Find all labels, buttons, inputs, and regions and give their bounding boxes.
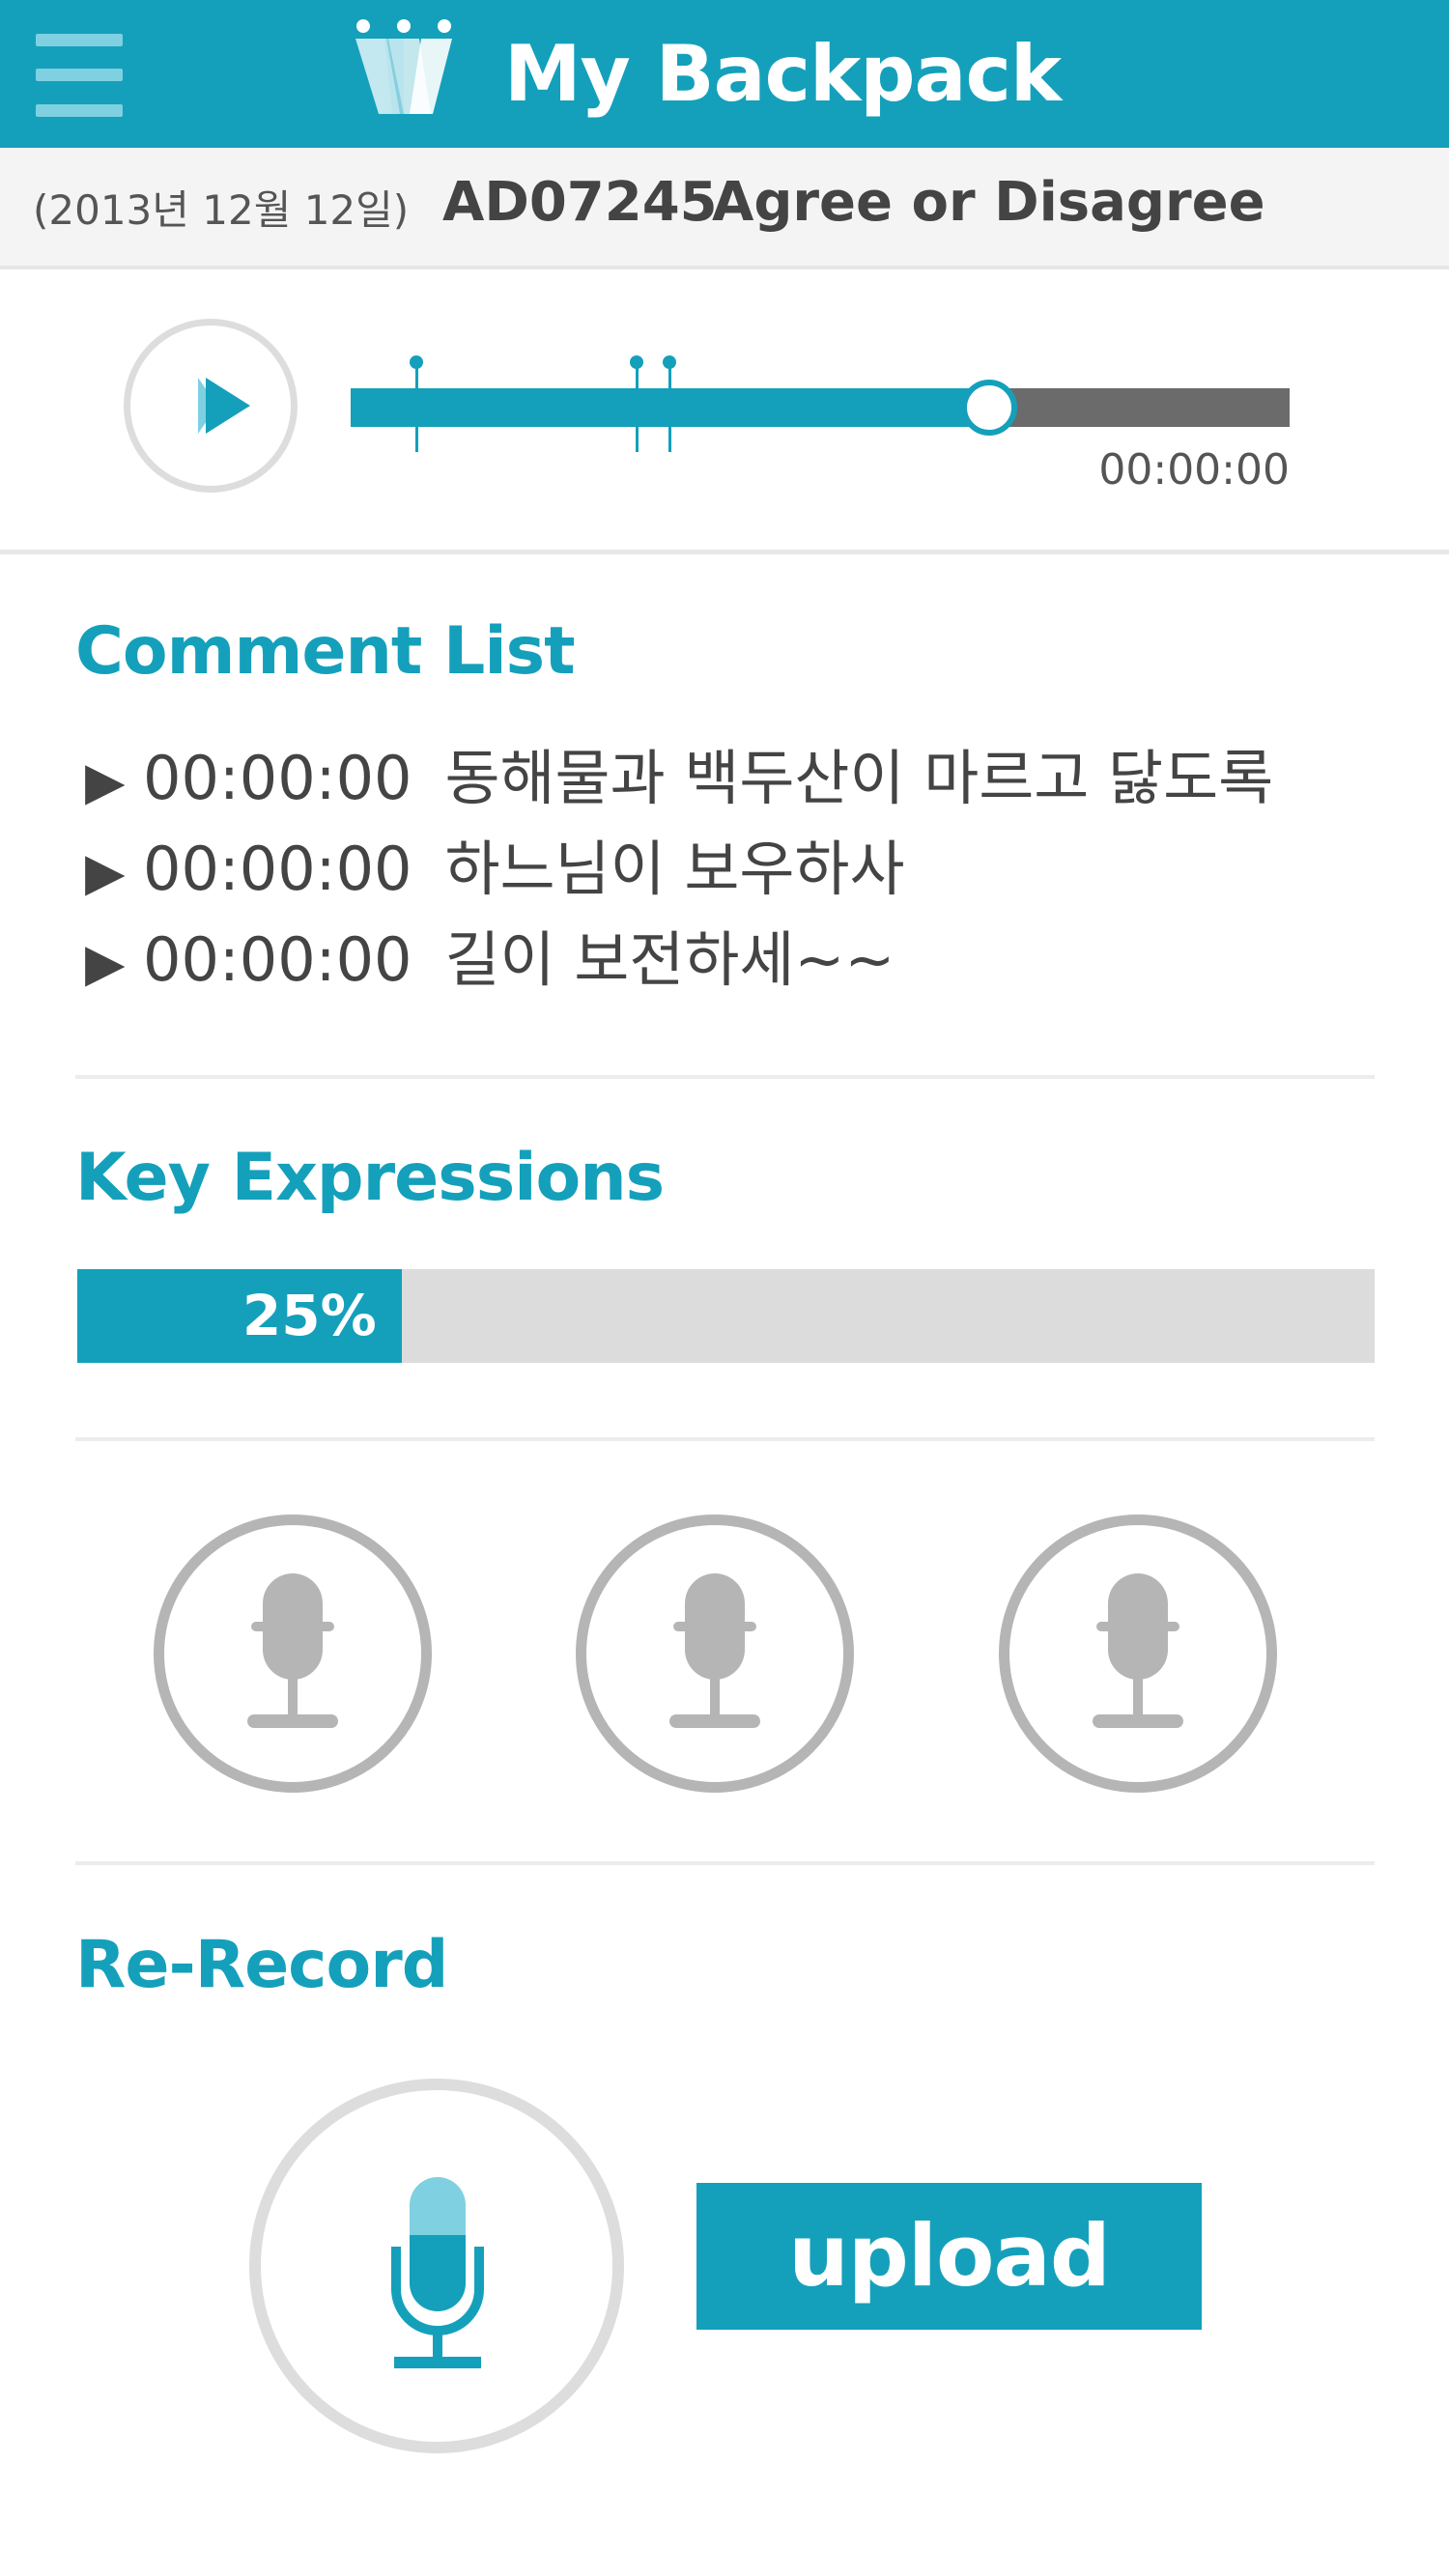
comment-marker[interactable]: [630, 355, 644, 452]
progress-thumb[interactable]: [960, 380, 1017, 436]
key-expressions-progress-label: 25%: [242, 1283, 377, 1348]
lesson-date: (2013년 12월 12일): [33, 186, 410, 234]
playback-time: 00:00:00: [1098, 445, 1290, 495]
play-button[interactable]: [124, 319, 298, 493]
audio-player: 00:00:00: [0, 269, 1449, 554]
comment-item[interactable]: ▶ 00:00:00 길이 보전하세~~: [85, 921, 895, 999]
comment-text: 하느님이 보우하사: [444, 834, 905, 904]
comment-time: 00:00:00: [143, 834, 412, 904]
record-key-expression-button-1[interactable]: [154, 1514, 432, 1793]
comment-item[interactable]: ▶ 00:00:00 동해물과 백두산이 마르고 닳도록: [85, 740, 1273, 817]
microphone-icon: [1093, 1573, 1183, 1728]
progress-track[interactable]: [351, 388, 1290, 427]
divider: [75, 1861, 1375, 1865]
play-arrow-icon: ▶: [85, 750, 126, 811]
microphone-icon: [247, 1573, 338, 1728]
record-key-expression-button-3[interactable]: [999, 1514, 1277, 1793]
re-record-title: Re-Record: [75, 1927, 448, 2003]
hamburger-menu-icon[interactable]: [36, 34, 123, 117]
play-arrow-icon: ▶: [85, 841, 126, 902]
comment-marker[interactable]: [410, 355, 424, 452]
comment-item[interactable]: ▶ 00:00:00 하느님이 보우하사: [85, 831, 905, 908]
comment-list-title: Comment List: [75, 613, 576, 690]
microphone-icon: [669, 1573, 760, 1728]
divider: [75, 1437, 1375, 1441]
lesson-title: Agree or Disagree: [712, 171, 1265, 234]
record-key-expression-button-2[interactable]: [576, 1514, 854, 1793]
play-icon: [198, 378, 250, 434]
divider: [75, 1075, 1375, 1079]
comment-text: 동해물과 백두산이 마르고 닳도록: [444, 743, 1274, 813]
key-expressions-progress-bar: 25%: [77, 1269, 1375, 1363]
key-expressions-title: Key Expressions: [75, 1140, 665, 1216]
key-expressions-progress-fill: 25%: [77, 1269, 402, 1363]
upload-button[interactable]: upload: [696, 2183, 1202, 2330]
re-record-button[interactable]: [249, 2079, 624, 2453]
microphone-icon: [391, 2177, 484, 2368]
app-header: My Backpack: [0, 0, 1449, 148]
app-title: My Backpack: [504, 29, 1062, 119]
comment-text: 길이 보전하세~~: [444, 924, 895, 995]
app-logo: [355, 19, 452, 114]
lesson-code: AD07245: [442, 171, 718, 234]
comment-time: 00:00:00: [143, 743, 412, 813]
comment-marker[interactable]: [663, 355, 677, 452]
lesson-info-bar: (2013년 12월 12일) AD07245 Agree or Disagre…: [0, 148, 1449, 269]
comment-time: 00:00:00: [143, 924, 412, 995]
play-arrow-icon: ▶: [85, 932, 126, 993]
